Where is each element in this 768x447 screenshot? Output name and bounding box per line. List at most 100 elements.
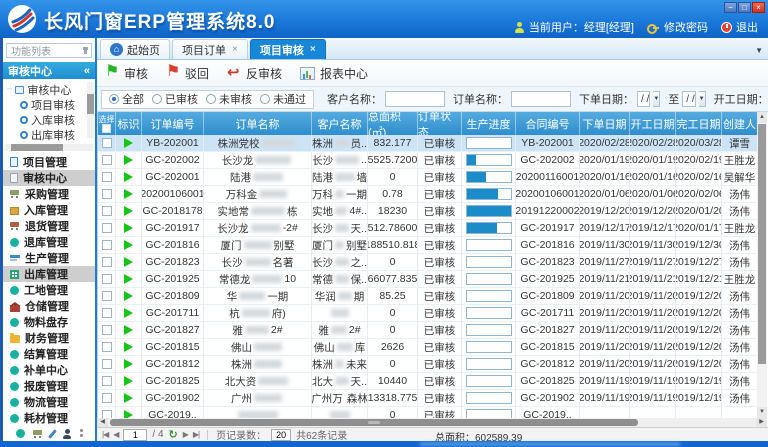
tree-item[interactable]: 入库审核回退	[7, 142, 95, 143]
row-checkbox[interactable]	[102, 274, 112, 284]
row-checkbox[interactable]	[102, 138, 112, 148]
dock-icon[interactable]	[48, 429, 57, 439]
row-checkbox[interactable]	[102, 410, 112, 418]
close-button[interactable]: ×	[752, 2, 765, 13]
scroll-left-icon[interactable]: ◀	[97, 418, 108, 427]
row-checkbox[interactable]	[102, 257, 112, 267]
status-radio[interactable]: 未通过	[260, 91, 306, 107]
row-checkbox[interactable]	[102, 393, 112, 403]
sidebar-menu-item[interactable]: 生产管理	[3, 250, 95, 266]
table-row[interactable]: GC-201925 常德龙10 常德保.. 266077.835.. 已审核 G…	[98, 271, 757, 288]
change-password-button[interactable]: 修改密码	[647, 19, 708, 35]
col-order-name[interactable]: 订单名称	[204, 112, 312, 135]
table-row[interactable]: GC-2019.. 0 已审核 GC-2019..	[98, 407, 757, 418]
toolbar-button[interactable]: 反审核	[227, 65, 282, 82]
sidebar-menu-item[interactable]: 项目管理	[3, 154, 95, 170]
select-all-header[interactable]: 选择	[98, 112, 116, 135]
toolbar-button[interactable]: 驳回	[166, 65, 209, 82]
close-tab-icon[interactable]: ×	[310, 44, 316, 55]
order-date-from-input[interactable]: / /	[637, 91, 650, 107]
order-name-input[interactable]	[511, 91, 571, 107]
scroll-down-icon[interactable]: ▼	[757, 407, 767, 418]
table-row[interactable]: GC-201902 广州 广州万森林 13318.775 已审核 GC-2019…	[98, 390, 757, 407]
row-checkbox[interactable]	[102, 342, 112, 352]
dock-icon[interactable]	[33, 429, 43, 439]
tree-horizontal-scrollbar[interactable]	[5, 144, 93, 151]
row-checkbox[interactable]	[102, 325, 112, 335]
table-row[interactable]: GC-201809 华一期 华润期 85.25 已审核 GC-201809 20…	[98, 288, 757, 305]
radio-icon[interactable]	[109, 94, 119, 104]
sidebar-menu-item[interactable]: 退货管理	[3, 218, 95, 234]
tab-project-audit[interactable]: 项目审核 ×	[250, 39, 326, 59]
tree-item[interactable]: 项目审核	[7, 97, 95, 112]
sidebar-menu-item[interactable]: 报废管理	[3, 378, 95, 394]
dock-icon[interactable]	[80, 429, 83, 432]
status-radio[interactable]: 全部	[109, 91, 144, 107]
col-flag[interactable]: 标识	[116, 112, 142, 135]
table-row[interactable]: GC-201823 长沙名著 长沙之.. 0 已审核 GC-201823 201…	[98, 254, 757, 271]
status-radio[interactable]: 已审核	[152, 91, 198, 107]
sidebar-menu-item[interactable]: 工地管理	[3, 282, 95, 298]
col-customer[interactable]: 客户名称	[312, 112, 368, 135]
row-checkbox[interactable]	[102, 172, 112, 182]
sidebar-menu-item[interactable]: 退库管理	[3, 234, 95, 250]
sidebar-menu-item[interactable]: 采购管理	[3, 186, 95, 202]
row-checkbox[interactable]	[102, 308, 112, 318]
go-page-icon[interactable]: ↻	[169, 428, 178, 441]
select-all-checkbox[interactable]	[102, 124, 111, 133]
next-page-button[interactable]: ▶	[183, 430, 188, 439]
scroll-right-icon[interactable]: ▶	[756, 418, 767, 427]
row-checkbox[interactable]	[102, 155, 112, 165]
status-radio[interactable]: 未审核	[206, 91, 252, 107]
vertical-scroll-thumb[interactable]	[758, 124, 766, 364]
function-search-input[interactable]: 功能列表	[6, 43, 92, 58]
table-row[interactable]: GC-201917 长沙龙-2# 长沙天.. 8512.78600.. 已审核 …	[98, 220, 757, 237]
sidebar-menu-item[interactable]: 物流管理	[3, 394, 95, 410]
calendar-dropdown-icon[interactable]: ▼	[653, 91, 660, 107]
col-order-date[interactable]: 下单日期	[580, 112, 630, 135]
minimize-button[interactable]: −	[724, 2, 737, 13]
pin-icon[interactable]	[84, 47, 87, 54]
last-page-button[interactable]: ▶|	[193, 430, 199, 439]
table-row[interactable]: GC-202002 长沙龙 长沙.. 65525.7200.. 已审核 GC-2…	[98, 152, 757, 169]
row-checkbox[interactable]	[102, 189, 112, 199]
table-row[interactable]: 20200106001 万科金 万科一期 0.78 已审核 2020010600…	[98, 186, 757, 203]
table-vertical-scrollbar[interactable]: ▲ ▼	[757, 112, 767, 418]
tab-project-orders[interactable]: 项目订单 ×	[172, 39, 248, 59]
row-checkbox[interactable]	[102, 376, 112, 386]
col-creator[interactable]: 创建人	[722, 112, 757, 135]
table-row[interactable]: GC-201825 北大资 北大天.. 10440 已审核 GC-201825 …	[98, 373, 757, 390]
dock-icon[interactable]	[16, 429, 25, 438]
col-contract-no[interactable]: 合同编号	[516, 112, 580, 135]
first-page-button[interactable]: |◀	[102, 430, 108, 439]
dock-icon[interactable]	[62, 429, 72, 439]
col-order-no[interactable]: 订单编号	[142, 112, 204, 135]
tree-root[interactable]: ┄ 审核中心	[7, 82, 95, 97]
table-row[interactable]: GC-202001 陆港 陆港墙 0 已审核 20200116001 2020/…	[98, 169, 757, 186]
table-row[interactable]: GC-201827 雅2# 雅2# 0 已审核 GC-201827 2019/1…	[98, 322, 757, 339]
tree-item[interactable]: 入库审核	[7, 112, 95, 127]
sidebar-menu-item[interactable]: 仓储管理	[3, 298, 95, 314]
sidebar-menu-item[interactable]: 入库管理	[3, 202, 95, 218]
close-tab-icon[interactable]: ×	[232, 44, 238, 55]
sidebar-menu-item[interactable]: 结算管理	[3, 346, 95, 362]
toolbar-button[interactable]: 报表中心	[300, 65, 368, 82]
tree-item[interactable]: 出库审核	[7, 127, 95, 142]
sidebar-menu-item[interactable]: 审核中心	[3, 170, 95, 186]
tab-overflow-icon[interactable]: ▼	[755, 46, 763, 55]
table-row[interactable]: GC-2018178 实地常栋 实地4#.. 18230 已审核 2019122…	[98, 203, 757, 220]
table-row[interactable]: GC-201812 株洲 株洲未来 0 已审核 GC-201812 2019/1…	[98, 356, 757, 373]
customer-name-input[interactable]	[385, 91, 445, 107]
table-row[interactable]: GC-201711 杭府) 0 已审核 GC-201711 2019/11/20…	[98, 305, 757, 322]
order-date-to-input[interactable]: / /	[682, 91, 695, 107]
horizontal-scroll-thumb[interactable]	[110, 419, 638, 426]
col-finish-date[interactable]: 完工日期	[676, 112, 722, 135]
calendar-dropdown-icon[interactable]: ▼	[699, 91, 706, 107]
col-area[interactable]: 总面积(㎡)	[368, 112, 418, 135]
sidebar-menu-item[interactable]: 出库管理	[3, 266, 95, 282]
page-size-input[interactable]	[271, 429, 291, 441]
col-progress[interactable]: 生产进度	[462, 112, 516, 135]
sidebar-menu-item[interactable]: 财务管理	[3, 330, 95, 346]
row-checkbox[interactable]	[102, 223, 112, 233]
tree-vertical-scrollbar[interactable]	[87, 82, 94, 138]
